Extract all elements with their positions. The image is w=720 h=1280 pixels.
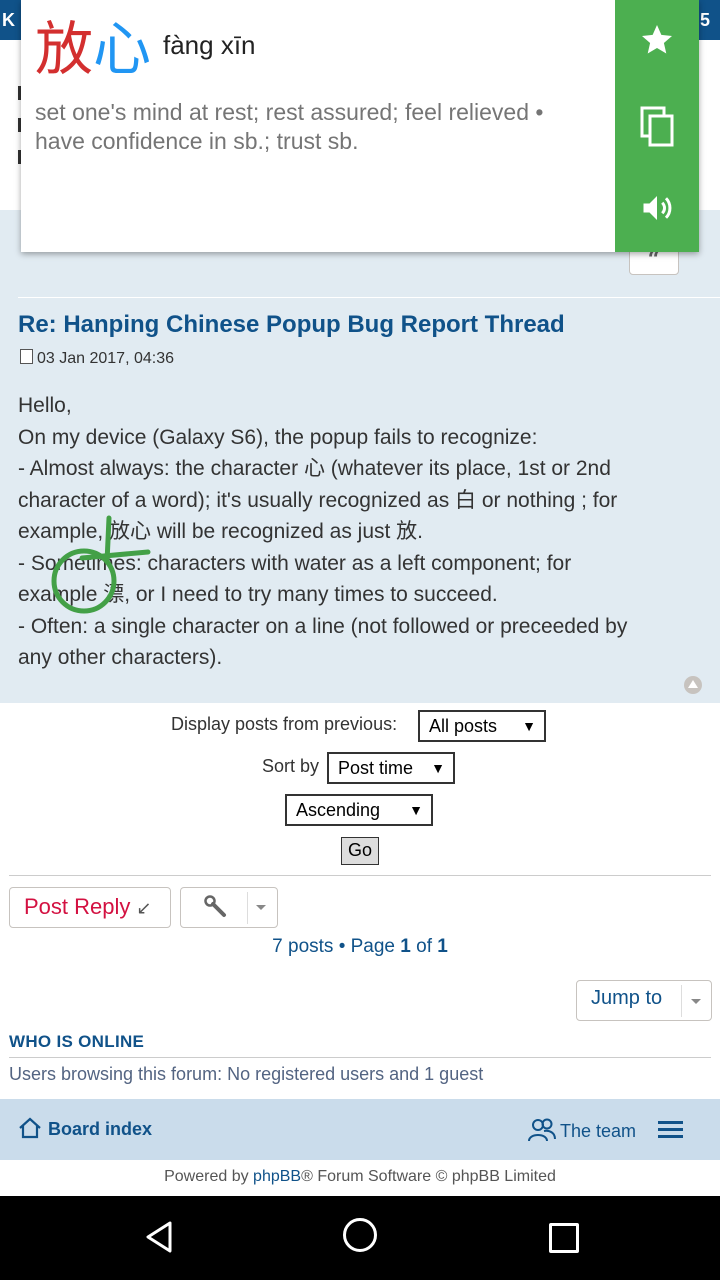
button-separator <box>681 985 682 1017</box>
chevron-down-icon <box>256 905 266 910</box>
wrench-icon <box>203 894 229 926</box>
current-page: 1 <box>400 936 411 957</box>
display-posts-value: All posts <box>429 716 498 736</box>
dictionary-popup: 放心 fàng xīn set one's mind at rest; rest… <box>21 0 699 252</box>
android-navigation-bar <box>0 1196 720 1280</box>
pagination-prefix: 7 posts • Page <box>272 936 401 957</box>
sort-order-select[interactable]: Ascending ▼ <box>285 794 433 826</box>
home-icon <box>18 1117 42 1144</box>
pagination-summary: 7 posts • Page 1 of 1 <box>0 936 720 958</box>
post-date: 03 Jan 2017, 04:36 <box>37 350 175 367</box>
jump-to-button[interactable]: Jump to <box>576 980 712 1021</box>
chevron-down-icon <box>691 999 701 1004</box>
post-line: On my device (Galaxy S6), the popup fail… <box>18 425 538 449</box>
who-is-online-heading: WHO IS ONLINE <box>9 1032 145 1051</box>
post-line: Hello, <box>18 394 72 417</box>
post-icon[interactable] <box>20 349 33 364</box>
copy-button[interactable] <box>615 84 699 168</box>
popup-action-bar <box>615 0 699 252</box>
button-separator <box>247 892 248 924</box>
speak-button[interactable] <box>615 168 699 252</box>
sort-by-label: Sort by <box>262 756 320 776</box>
divider <box>9 875 711 876</box>
post-line: any other characters). <box>18 646 223 669</box>
display-posts-label: Display posts from previous: <box>171 714 398 734</box>
headword[interactable]: 放心 <box>35 14 151 84</box>
sort-by-select[interactable]: Post time ▼ <box>327 752 455 784</box>
jump-to-label: Jump to <box>591 987 663 1009</box>
dropdown-arrow-icon: ▼ <box>431 760 445 776</box>
definition-line: have confidence in sb.; trust sb. <box>35 128 359 154</box>
dropdown-arrow-icon: ▼ <box>409 802 423 818</box>
total-pages: 1 <box>437 936 448 957</box>
pagination-middle: of <box>410 936 438 957</box>
star-icon <box>642 25 672 54</box>
footer-navbar: Board index The team <box>0 1099 720 1160</box>
board-index-link[interactable]: Board index <box>18 1117 152 1144</box>
recent-apps-icon[interactable] <box>549 1223 579 1253</box>
post-meta: 03 Jan 2017, 04:36 <box>20 349 174 368</box>
home-circle-icon[interactable] <box>343 1218 377 1252</box>
sort-by-value: Post time <box>338 758 414 778</box>
header-left-text: K <box>2 10 15 30</box>
post-line: - Almost always: the character 心 (whatev… <box>18 457 611 480</box>
powered-prefix: Powered by <box>164 1168 254 1185</box>
post-reply-label: Post Reply <box>24 894 131 919</box>
team-icon <box>528 1117 556 1148</box>
board-index-label: Board index <box>48 1119 153 1139</box>
go-button[interactable]: Go <box>341 837 379 865</box>
header-right-text: 5 <box>700 10 711 30</box>
hamburger-menu-icon[interactable] <box>658 1121 683 1139</box>
definition: set one's mind at rest; rest assured; fe… <box>35 98 605 156</box>
pinyin: fàng xīn <box>163 30 256 60</box>
divider <box>9 1057 711 1058</box>
gesture-overlay <box>51 515 151 614</box>
copy-icon <box>640 106 674 147</box>
the-team-label: The team <box>560 1121 637 1141</box>
phpbb-link[interactable]: phpBB <box>253 1168 301 1185</box>
post-divider <box>18 297 720 298</box>
online-users-text: Users browsing this forum: No registered… <box>9 1064 484 1084</box>
powered-suffix: ® Forum Software © phpBB Limited <box>301 1168 556 1185</box>
post-reply-button[interactable]: Post Reply ↙ <box>9 887 171 928</box>
the-team-link[interactable]: The team <box>528 1117 636 1148</box>
sort-order-value: Ascending <box>296 800 381 820</box>
display-posts-select[interactable]: All posts ▼ <box>418 710 546 742</box>
definition-line: set one's mind at rest; rest assured; fe… <box>35 99 544 125</box>
back-icon[interactable] <box>144 1220 174 1258</box>
post-title[interactable]: Re: Hanping Chinese Popup Bug Report Thr… <box>18 311 565 339</box>
headword-char-2: 心 <box>93 15 152 83</box>
topic-tools-button[interactable] <box>180 887 278 928</box>
speaker-icon <box>643 196 672 220</box>
dropdown-arrow-icon: ▼ <box>522 718 536 734</box>
headword-char-1: 放 <box>35 15 94 83</box>
favorite-button[interactable] <box>615 0 699 84</box>
reply-arrow-icon: ↙ <box>136 898 152 918</box>
back-to-top-icon[interactable] <box>684 676 702 694</box>
copyright-text: Powered by phpBB® Forum Software © phpBB… <box>0 1168 720 1186</box>
